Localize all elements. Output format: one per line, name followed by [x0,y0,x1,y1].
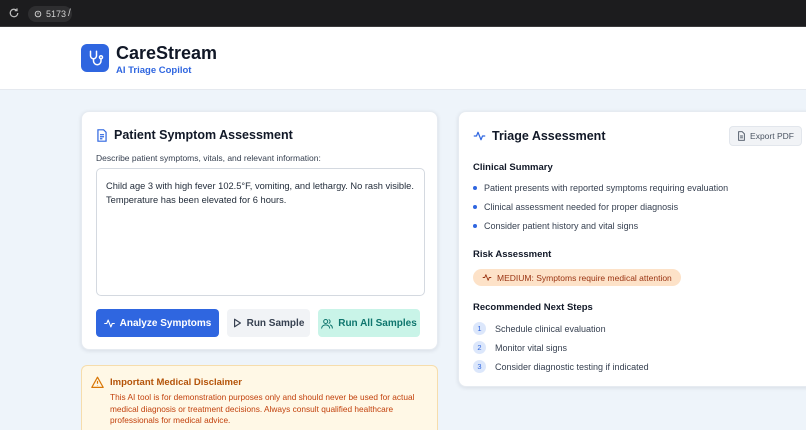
app-header: CareStream AI Triage Copilot [0,27,806,90]
app-subtitle: AI Triage Copilot [116,65,192,76]
risk-badge-text: MEDIUM: Symptoms require medical attenti… [497,272,672,283]
summary-item: Patient presents with reported symptoms … [473,183,728,193]
summary-item: Consider patient history and vital signs [473,221,638,231]
symptom-textarea[interactable]: Child age 3 with high fever 102.5°F, vom… [96,168,425,296]
activity-icon [103,319,115,327]
symptom-input-label: Describe patient symptoms, vitals, and r… [96,153,321,163]
disclaimer-title: Important Medical Disclaimer [110,377,242,388]
step-number: 2 [473,341,486,354]
step-number: 1 [473,322,486,335]
medical-disclaimer: Important Medical Disclaimer This AI too… [81,365,438,430]
next-steps-heading: Recommended Next Steps [473,302,593,313]
run-all-label: Run All Samples [338,317,417,329]
document-icon [97,128,107,142]
app-title: CareStream [116,43,218,63]
disclaimer-body: This AI tool is for demonstration purpos… [110,392,415,425]
file-icon [738,131,745,141]
site-info-icon [34,10,42,18]
url-path[interactable]: / [68,6,71,22]
users-icon [321,318,334,329]
bullet-dot-icon [473,205,477,209]
browser-toolbar: 5173 / [0,0,806,27]
export-label: Export PDF [750,131,794,141]
summary-item: Clinical assessment needed for proper di… [473,202,678,212]
stethoscope-logo-icon [81,44,109,72]
triage-card-title: Triage Assessment [473,129,605,143]
triage-title-text: Triage Assessment [492,129,606,143]
analyze-symptoms-button[interactable]: Analyze Symptoms [96,309,219,337]
bullet-dot-icon [473,224,477,228]
reload-icon[interactable] [8,7,20,19]
risk-assessment-heading: Risk Assessment [473,249,552,260]
bullet-dot-icon [473,186,477,190]
next-step-item: 1 Schedule clinical evaluation [473,322,606,335]
activity-icon [482,274,492,281]
run-sample-button[interactable]: Run Sample [227,309,310,337]
clinical-summary-heading: Clinical Summary [473,162,553,173]
assessment-card-title: Patient Symptom Assessment [96,128,293,142]
run-all-samples-button[interactable]: Run All Samples [318,309,420,337]
activity-icon [473,131,486,141]
run-sample-label: Run Sample [246,317,305,329]
play-icon [233,318,241,328]
symptom-assessment-card: Patient Symptom Assessment Describe pati… [81,111,438,350]
assessment-title-text: Patient Symptom Assessment [114,128,293,142]
triage-assessment-card: Triage Assessment Export PDF Clinical Su… [458,111,806,387]
risk-level-badge: MEDIUM: Symptoms require medical attenti… [473,269,681,286]
analyze-label: Analyze Symptoms [119,317,212,329]
step-number: 3 [473,360,486,373]
next-step-item: 3 Consider diagnostic testing if indicate… [473,360,649,373]
export-pdf-button[interactable]: Export PDF [729,126,802,146]
url-port: 5173 [46,9,67,19]
next-step-item: 2 Monitor vital signs [473,341,567,354]
warning-icon [91,376,104,388]
url-port-pill[interactable]: 5173 [28,6,73,22]
